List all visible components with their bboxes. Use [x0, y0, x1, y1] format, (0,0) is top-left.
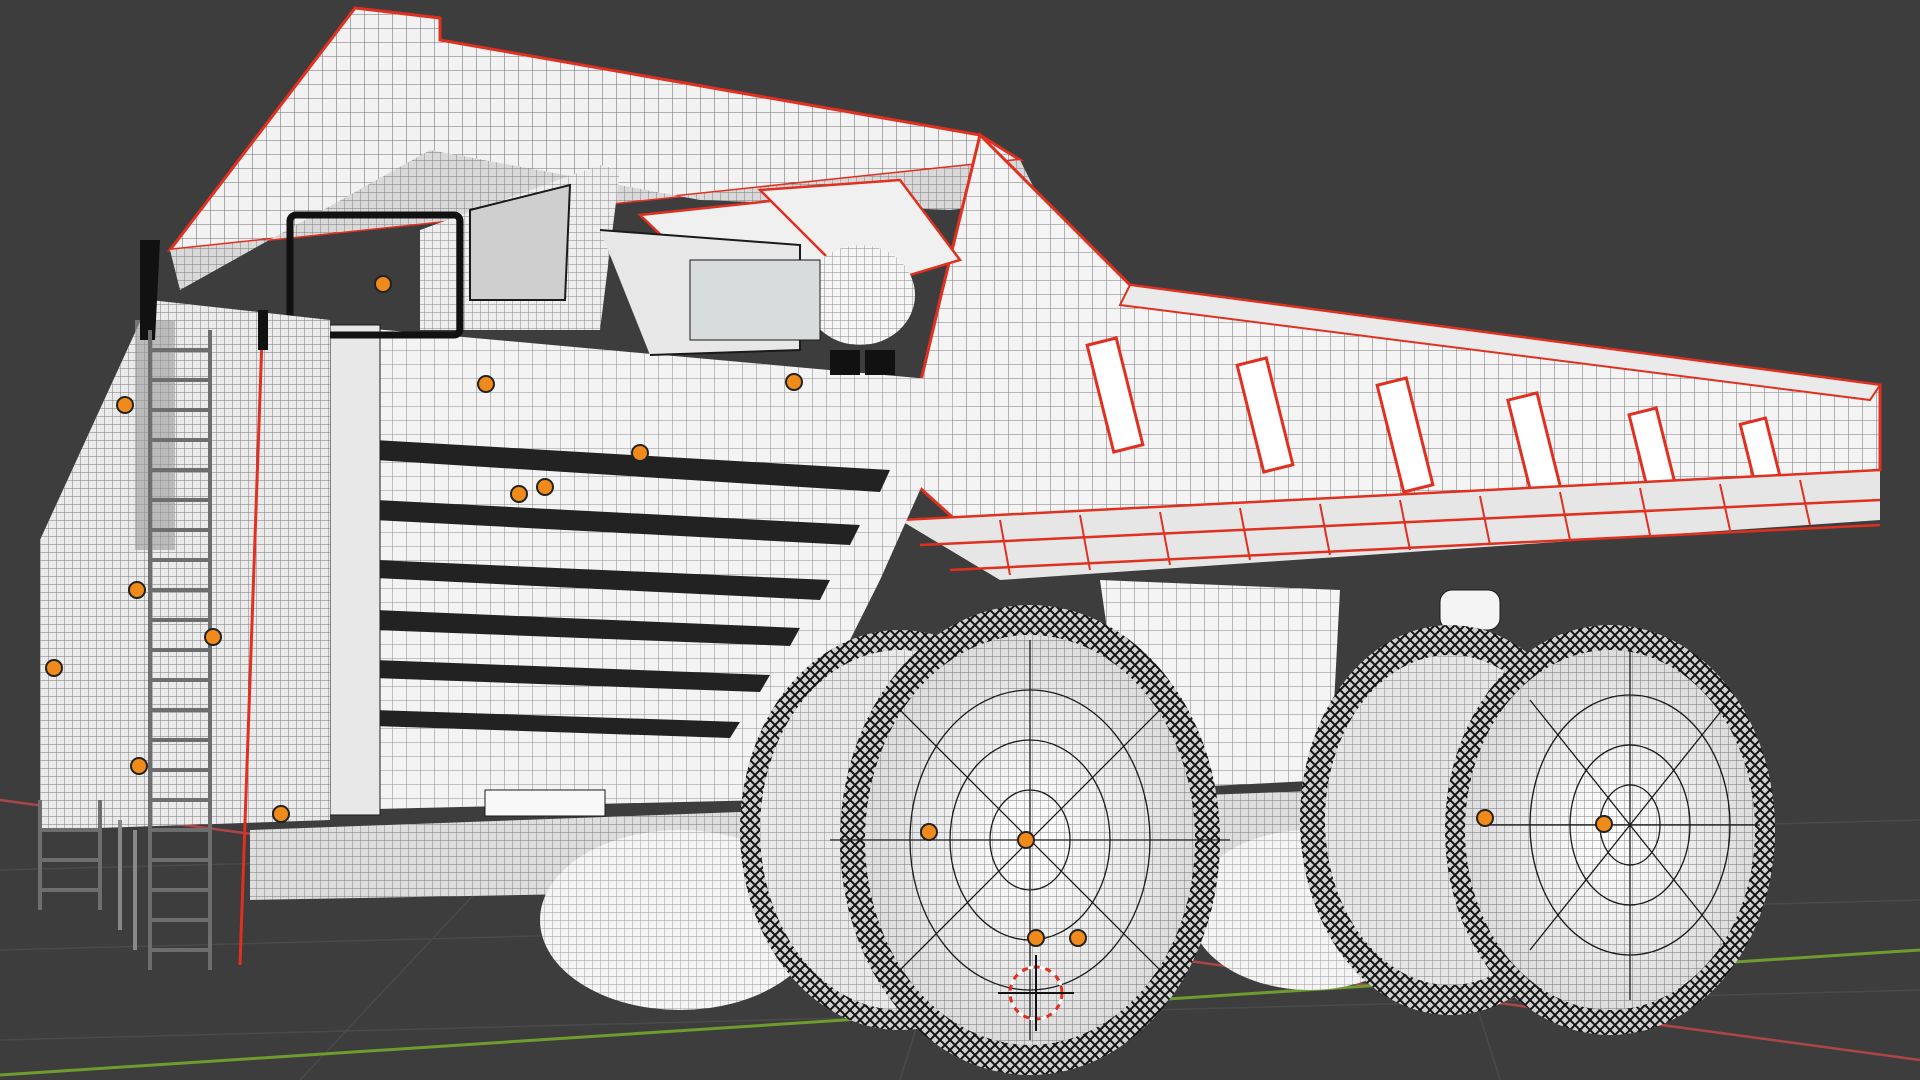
viewport-scene[interactable] — [0, 0, 1920, 1080]
3d-viewport[interactable] — [0, 0, 1920, 1080]
rail-post — [258, 310, 268, 350]
